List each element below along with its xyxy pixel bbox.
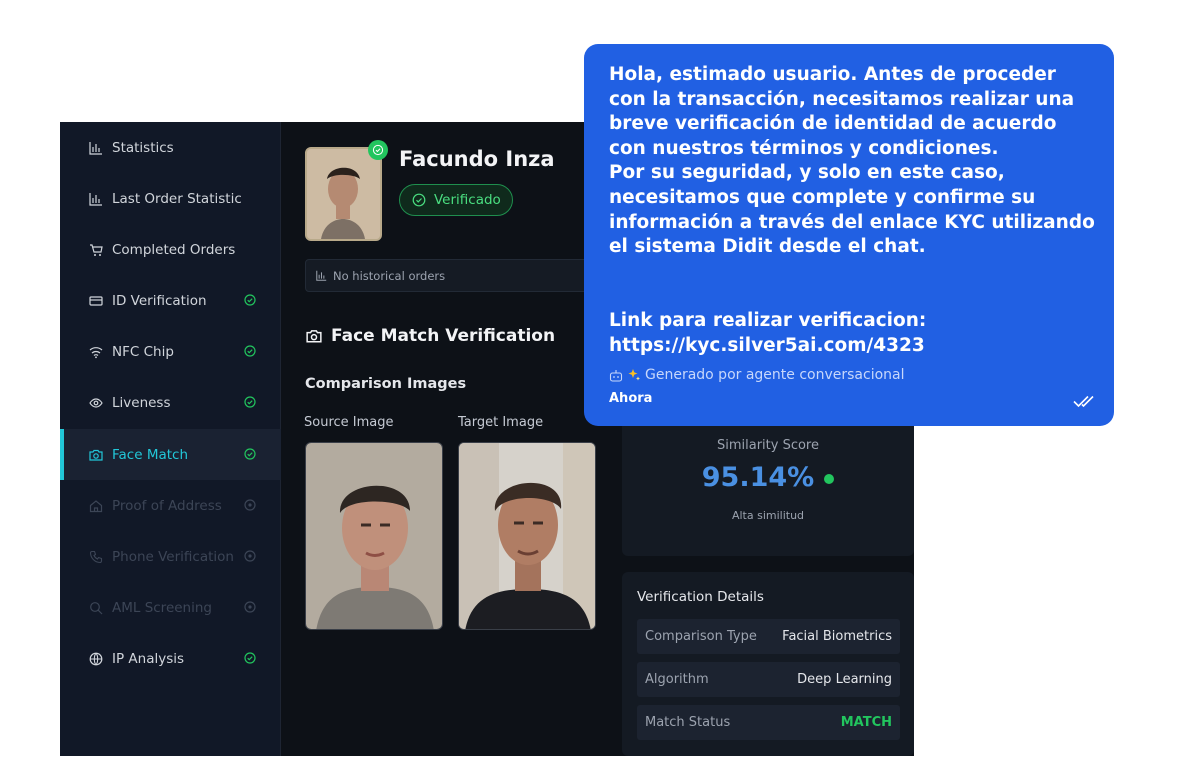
verified-badge-icon — [368, 140, 388, 160]
details-value: Deep Learning — [797, 672, 892, 687]
sidebar-item-last-order-statistic[interactable]: Last Order Statistic — [60, 173, 281, 224]
sidebar-item-label: Face Match — [112, 446, 189, 463]
target-image[interactable] — [458, 442, 596, 630]
section-title: Face Match Verification — [305, 326, 555, 346]
check-circle-icon — [244, 396, 256, 408]
profile-photo-icon — [307, 149, 380, 239]
sidebar-item-label: Completed Orders — [112, 241, 236, 258]
sidebar-item-label: NFC Chip — [112, 343, 174, 360]
similarity-sublabel: Alta similitud — [731, 509, 805, 522]
sidebar-item-phone-verification[interactable]: Phone Verification — [60, 531, 281, 582]
similarity-value: 95.14% — [701, 462, 815, 493]
sidebar-item-label: ID Verification — [112, 292, 207, 309]
sidebar-item-label: AML Screening — [112, 599, 212, 616]
generated-by-agent: Generado por agente conversacional — [609, 367, 905, 383]
details-row: Algorithm Deep Learning — [637, 662, 900, 697]
chat-line: Por su seguridad, y solo en este caso, n… — [609, 162, 1102, 258]
sidebar-item-liveness[interactable]: Liveness — [60, 377, 281, 428]
check-circle-icon — [244, 652, 256, 664]
double-check-icon — [1073, 395, 1094, 408]
cart-icon — [89, 243, 103, 257]
id-card-icon — [89, 294, 103, 308]
details-key: Comparison Type — [645, 629, 757, 644]
pending-circle-icon — [244, 601, 256, 613]
details-row: Match Status MATCH — [637, 705, 900, 740]
section-title-text: Face Match Verification — [331, 326, 556, 346]
sidebar-item-proof-of-address[interactable]: Proof of Address — [60, 480, 281, 531]
chat-line — [609, 284, 1099, 309]
sidebar-item-label: Statistics — [112, 139, 174, 156]
bar-chart-icon — [316, 270, 327, 281]
similarity-card: Similarity Score 95.14% Alta similitud — [622, 414, 914, 556]
eye-icon — [89, 396, 103, 410]
generated-label: Generado por agente conversacional — [645, 367, 905, 383]
bar-chart-icon — [89, 141, 103, 155]
chat-line: Hola, estimado usuario. Antes de procede… — [609, 64, 1081, 159]
sidebar-item-aml-screening[interactable]: AML Screening — [60, 582, 281, 633]
details-title: Verification Details — [637, 589, 764, 605]
check-circle-icon — [244, 345, 256, 357]
status-badge-label: Verificado — [434, 192, 501, 208]
details-row: Comparison Type Facial Biometrics — [637, 619, 900, 654]
target-face-image — [459, 443, 595, 629]
similarity-score: 95.14% — [622, 462, 914, 493]
chat-message-text: Hola, estimado usuario. Antes de procede… — [609, 63, 1099, 358]
chat-line — [609, 260, 1099, 285]
check-circle-icon — [244, 448, 256, 460]
sidebar-item-label: Last Order Statistic — [112, 190, 242, 207]
sidebar-item-label: Proof of Address — [112, 497, 222, 514]
sidebar-item-face-match[interactable]: Face Match — [60, 429, 281, 480]
similarity-label: Similarity Score — [716, 438, 819, 453]
chat-timestamp: Ahora — [609, 391, 653, 406]
profile-name: Facundo Inza — [399, 147, 555, 171]
verification-details-card: Verification Details Comparison Type Fac… — [622, 572, 914, 756]
sidebar-item-statistics[interactable]: Statistics — [60, 122, 281, 173]
sidebar-item-ip-analysis[interactable]: IP Analysis — [60, 633, 281, 684]
phone-icon — [89, 550, 103, 564]
camera-icon — [306, 330, 322, 343]
globe-icon — [89, 652, 103, 666]
sidebar-item-label: IP Analysis — [112, 650, 185, 667]
sidebar-item-label: Liveness — [112, 394, 171, 411]
target-image-label: Target Image — [458, 415, 544, 430]
check-circle-icon — [244, 294, 256, 306]
source-image[interactable] — [305, 442, 443, 630]
sidebar-item-completed-orders[interactable]: Completed Orders — [60, 224, 281, 275]
pending-circle-icon — [244, 499, 256, 511]
bar-chart-icon — [89, 192, 103, 206]
sidebar-item-id-verification[interactable]: ID Verification — [60, 275, 281, 326]
details-value: Facial Biometrics — [782, 629, 892, 644]
avatar — [305, 147, 382, 241]
details-key: Match Status — [645, 715, 731, 730]
source-image-label: Source Image — [304, 415, 394, 430]
sidebar-item-nfc-chip[interactable]: NFC Chip — [60, 326, 281, 377]
camera-icon — [89, 448, 103, 462]
wifi-icon — [89, 345, 103, 359]
pending-circle-icon — [244, 550, 256, 562]
comparison-title: Comparison Images — [305, 376, 467, 392]
match-status-value: MATCH — [840, 715, 892, 730]
chat-link[interactable]: Link para realizar verificacion: https:/… — [609, 309, 1099, 358]
details-key: Algorithm — [645, 672, 709, 687]
search-icon — [89, 601, 103, 615]
check-circle-icon — [412, 193, 426, 207]
sidebar: Statistics Last Order Statistic Complete… — [60, 122, 281, 756]
source-face-image — [306, 443, 442, 629]
sparkles-icon — [628, 369, 640, 381]
chat-message-bubble[interactable]: Hola, estimado usuario. Antes de procede… — [584, 44, 1114, 426]
status-badge: Verificado — [399, 184, 513, 216]
robot-icon — [609, 369, 623, 382]
home-icon — [89, 499, 103, 513]
status-dot-icon — [824, 473, 835, 484]
sidebar-item-label: Phone Verification — [112, 548, 234, 565]
order-history-text: No historical orders — [333, 268, 446, 283]
order-history-box: No historical orders — [305, 259, 595, 292]
